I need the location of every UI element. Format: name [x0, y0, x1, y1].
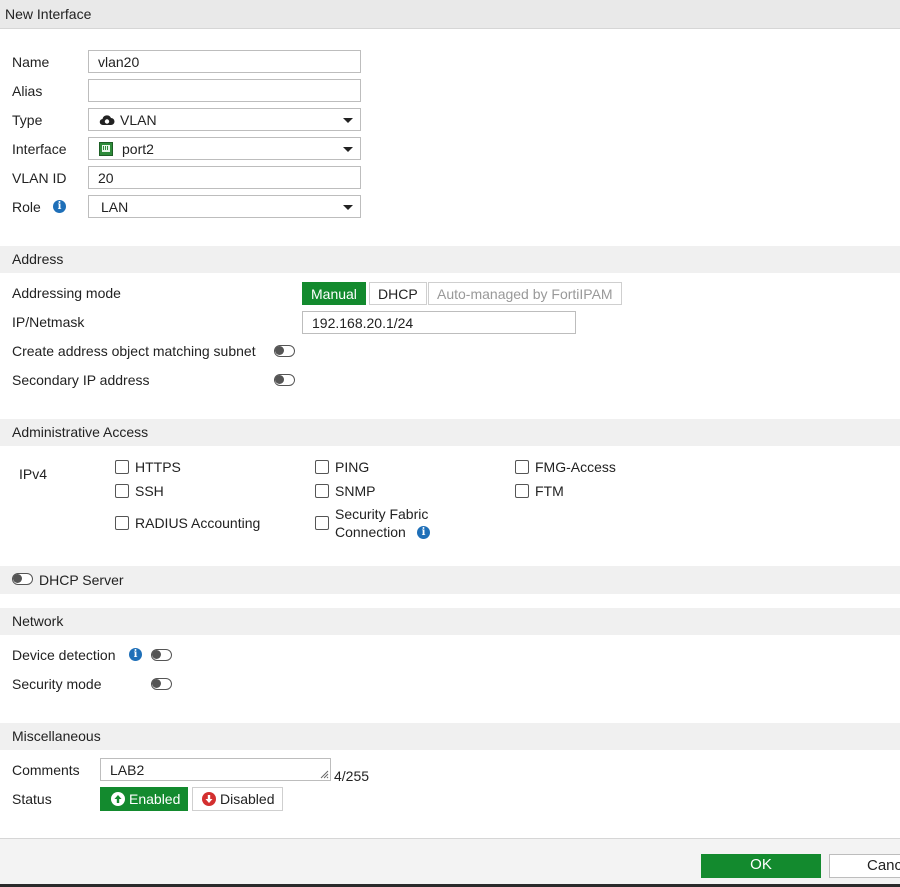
ssh-label: SSH [135, 483, 164, 499]
caret-down-icon [343, 205, 353, 210]
port-icon [99, 142, 113, 156]
role-label: Role [12, 199, 41, 215]
dhcp-server-label: DHCP Server [39, 572, 124, 588]
admin-access-section-title: Administrative Access [12, 424, 149, 440]
dhcp-server-row: DHCP Server [0, 566, 900, 594]
name-label: Name [12, 54, 50, 70]
info-icon[interactable]: i [417, 526, 430, 539]
status-enabled-label: Enabled [129, 791, 181, 807]
security-mode-toggle[interactable] [151, 678, 172, 690]
mode-ipam-button[interactable]: Auto-managed by FortiIPAM [428, 282, 622, 305]
ftm-label: FTM [535, 483, 564, 499]
ip-netmask-label: IP/Netmask [12, 314, 85, 330]
ping-checkbox[interactable] [315, 460, 329, 474]
security-fabric-connection-label: Connection [335, 524, 406, 540]
device-detection-toggle[interactable] [151, 649, 172, 661]
name-input[interactable]: vlan20 [88, 50, 361, 73]
interface-label: Interface [12, 141, 67, 157]
admin-access-section-header: Administrative Access [0, 419, 900, 446]
caret-down-icon [343, 147, 353, 152]
vlanid-input[interactable]: 20 [88, 166, 361, 189]
misc-section-header: Miscellaneous [0, 723, 900, 750]
cloud-icon [99, 115, 115, 126]
mode-dhcp-button[interactable]: DHCP [369, 282, 427, 305]
snmp-checkbox[interactable] [315, 484, 329, 498]
mode-manual-button[interactable]: Manual [302, 282, 366, 305]
ok-button[interactable]: OK [701, 854, 821, 878]
address-section-title: Address [12, 251, 64, 267]
role-value: LAN [101, 199, 129, 215]
create-address-object-label: Create address object matching subnet [12, 343, 256, 359]
type-select[interactable]: VLAN [88, 108, 361, 131]
comments-label: Comments [12, 762, 80, 778]
network-section-title: Network [12, 613, 64, 629]
vlanid-label: VLAN ID [12, 170, 67, 186]
comments-value: LAB2 [110, 762, 145, 778]
create-address-object-toggle[interactable] [274, 345, 295, 357]
network-section-header: Network [0, 608, 900, 635]
interface-value: port2 [122, 141, 154, 157]
radius-accounting-checkbox[interactable] [115, 516, 129, 530]
interface-select[interactable]: port2 [88, 137, 361, 160]
ssh-checkbox[interactable] [115, 484, 129, 498]
alias-label: Alias [12, 83, 43, 99]
ip-netmask-input[interactable]: 192.168.20.1/24 [302, 311, 576, 334]
https-checkbox[interactable] [115, 460, 129, 474]
arrow-down-icon [202, 792, 216, 806]
type-value: VLAN [120, 112, 157, 128]
security-fabric-checkbox[interactable] [315, 516, 329, 530]
misc-section-title: Miscellaneous [12, 728, 101, 744]
ipv4-label: IPv4 [19, 466, 48, 482]
status-disabled-label: Disabled [220, 791, 275, 807]
ftm-checkbox[interactable] [515, 484, 529, 498]
resize-handle-icon[interactable] [319, 769, 329, 779]
role-select[interactable]: LAN [88, 195, 361, 218]
address-section-header: Address [0, 246, 900, 273]
secondary-ip-toggle[interactable] [274, 374, 295, 386]
ping-label: PING [335, 459, 370, 475]
snmp-label: SNMP [335, 483, 376, 499]
addressing-mode-label: Addressing mode [12, 285, 121, 301]
secondary-ip-label: Secondary IP address [12, 372, 150, 388]
status-label: Status [12, 791, 52, 807]
status-disabled-button[interactable]: Disabled [192, 787, 284, 811]
dhcp-server-toggle[interactable] [12, 573, 33, 585]
fmg-access-label: FMG-Access [535, 459, 616, 475]
alias-input[interactable] [88, 79, 361, 102]
info-icon[interactable]: i [129, 648, 142, 661]
fmg-access-checkbox[interactable] [515, 460, 529, 474]
security-mode-label: Security mode [12, 676, 102, 692]
status-enabled-button[interactable]: Enabled [100, 787, 189, 811]
https-label: HTTPS [135, 459, 181, 475]
comments-char-count: 4/255 [334, 768, 370, 784]
security-fabric-label: Security Fabric [335, 506, 429, 522]
dialog-footer: OK Canc [0, 838, 900, 887]
device-detection-label: Device detection [12, 647, 116, 663]
radius-accounting-label: RADIUS Accounting [135, 515, 261, 531]
arrow-up-icon [111, 792, 125, 806]
dialog-titlebar: New Interface [0, 0, 900, 29]
dialog-title: New Interface [5, 6, 92, 22]
info-icon[interactable]: i [53, 200, 66, 213]
cancel-button[interactable]: Canc [829, 854, 900, 878]
comments-textarea[interactable]: LAB2 [100, 758, 331, 781]
caret-down-icon [343, 118, 353, 123]
type-label: Type [12, 112, 43, 128]
